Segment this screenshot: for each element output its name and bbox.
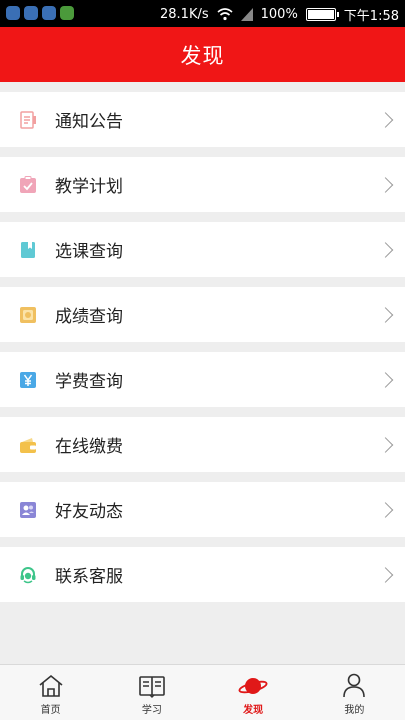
tab-mine[interactable]: 我的 [304,665,405,720]
notification-icon [60,6,74,20]
grade-card-icon [18,305,38,325]
menu-item-tuition-query[interactable]: 学费查询 [0,352,405,407]
menu-item-grade-query[interactable]: 成绩查询 [0,287,405,342]
battery-icon [305,8,339,21]
chevron-right-icon [377,111,394,128]
menu-item-friend-updates[interactable]: 好友动态 [0,482,405,537]
battery-percent: 100% [260,7,298,22]
menu-item-notice[interactable]: 通知公告 [0,92,405,147]
wifi-icon [217,8,233,21]
page-title: 发现 [180,43,225,68]
menu-item-course-query[interactable]: 选课查询 [0,222,405,277]
person-icon [343,673,366,698]
wallet-icon [18,435,38,455]
chevron-right-icon [377,501,394,518]
yen-icon [18,370,38,390]
notification-icon [42,6,56,20]
tab-study[interactable]: 学习 [101,665,202,720]
headset-icon [18,565,38,585]
notification-icon [6,6,20,20]
menu-item-label: 选课查询 [55,242,123,262]
menu-item-teaching-plan[interactable]: 教学计划 [0,157,405,212]
open-book-icon [139,676,165,698]
menu-item-label: 好友动态 [55,502,123,522]
menu-item-online-payment[interactable]: 在线缴费 [0,417,405,472]
tab-label: 我的 [344,705,365,716]
menu-item-label: 成绩查询 [55,307,123,327]
tab-home[interactable]: 首页 [0,665,101,720]
menu-item-label: 联系客服 [55,567,123,587]
home-icon [39,674,63,697]
tab-discover[interactable]: 发现 [203,665,304,720]
signal-icon [240,8,253,21]
book-icon [18,240,38,260]
status-right: 28.1K/s 100% 下午1:58 [160,5,399,24]
chevron-right-icon [377,371,394,388]
notification-icon [24,6,38,20]
chevron-right-icon [377,176,394,193]
menu-item-label: 通知公告 [55,112,123,132]
menu-item-customer-service[interactable]: 联系客服 [0,547,405,602]
notice-doc-icon [18,110,38,130]
bottom-tab-bar: 首页 学习 发现 我的 [0,664,405,720]
clock: 下午1:58 [343,9,399,24]
clipboard-check-icon [18,175,38,195]
menu-item-label: 教学计划 [55,177,123,197]
chevron-right-icon [377,241,394,258]
chevron-right-icon [377,436,394,453]
chevron-right-icon [377,306,394,323]
discover-menu: 通知公告 教学计划 选课查询 成绩查询 学费查询 在线缴费 好友动态 联系客服 [0,92,405,612]
title-bar: 发现 [0,27,405,82]
notification-icons [6,6,74,20]
menu-item-label: 学费查询 [55,372,123,392]
planet-icon [238,678,268,694]
friends-icon [18,500,38,520]
tab-label: 首页 [40,705,61,716]
chevron-right-icon [377,566,394,583]
tab-label: 发现 [243,705,264,716]
tab-label: 学习 [141,705,162,716]
menu-item-label: 在线缴费 [55,437,123,457]
net-speed: 28.1K/s [160,7,209,22]
status-bar: 28.1K/s 100% 下午1:58 [0,0,405,27]
